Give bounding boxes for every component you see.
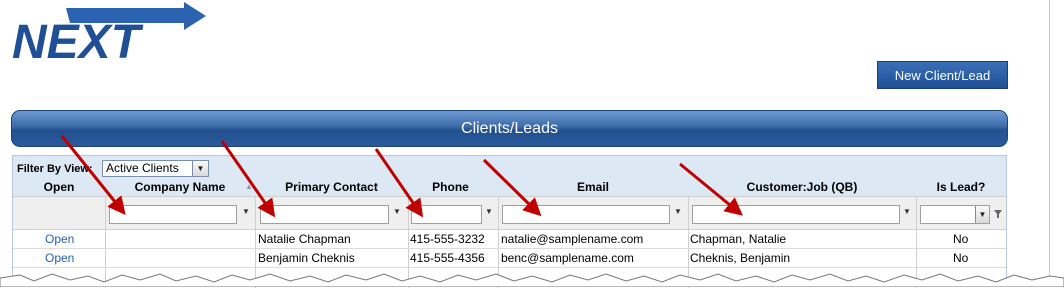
customer-job-cell: Chapman, Natalie [690,232,787,246]
view-select[interactable]: Active Clients ▼ [102,160,209,177]
phone-filter-input[interactable] [411,205,482,224]
chevron-down-icon[interactable]: ▼ [903,207,911,216]
phone-cell: 415-555-3232 [410,232,485,246]
chevron-down-icon[interactable]: ▼ [975,206,989,223]
col-header-company[interactable]: Company Name [105,180,255,194]
email-cell: natalie@samplename.com [501,232,644,246]
is-lead-cell: No [953,232,969,246]
view-select-value: Active Clients [106,161,179,175]
customer-job-cell: Cheknis, Benjamin [690,251,791,265]
chevron-down-icon[interactable]: ▼ [192,161,208,176]
col-header-phone[interactable]: Phone [408,180,493,194]
filter-by-view-label: Filter By View: [17,163,93,175]
col-header-contact[interactable]: Primary Contact [255,180,408,194]
phone-cell: 415-555-4356 [410,251,485,265]
is-lead-filter-select[interactable]: ▼ [920,205,990,224]
app-frame: NEXT New Client/Lead Clients/Leads Filte… [0,0,1050,288]
logo-text: NEXT [12,16,144,64]
email-filter-input[interactable] [502,205,670,224]
chevron-down-icon[interactable]: ▼ [674,207,682,216]
clients-grid: Filter By View: Active Clients ▼ Open Co… [12,155,1007,288]
company-filter-input[interactable] [109,205,237,224]
customer-job-filter-input[interactable] [692,205,900,224]
new-client-lead-button[interactable]: New Client/Lead [877,61,1008,89]
sort-icon[interactable]: ▲ [245,182,253,191]
open-link[interactable]: Open [45,232,74,246]
contact-filter-input[interactable] [260,205,389,224]
email-cell: benc@samplename.com [501,251,634,265]
open-link[interactable]: Open [45,251,74,265]
panel-title: Clients/Leads [11,110,1008,147]
col-header-customer-job[interactable]: Customer:Job (QB) [688,180,916,194]
chevron-down-icon[interactable]: ▼ [393,207,401,216]
funnel-icon[interactable] [993,209,1003,219]
filter-row: ▼ ▼ ▼ ▼ ▼ ▼ [13,196,1006,230]
col-header-is-lead[interactable]: Is Lead? [916,180,1006,194]
chevron-down-icon[interactable]: ▼ [242,207,250,216]
grid-header: Filter By View: Active Clients ▼ Open Co… [13,156,1006,196]
col-header-open: Open [43,180,75,194]
table-row: Open Benjamin Cheknis 415-555-4356 benc@… [13,249,1006,268]
contact-cell: Natalie Chapman [258,232,351,246]
contact-cell: Benjamin Cheknis [258,251,355,265]
next-logo: NEXT [6,2,206,69]
is-lead-cell: No [953,251,969,265]
col-header-email[interactable]: Email [498,180,688,194]
table-row: Open Natalie Chapman 415-555-3232 natali… [13,230,1006,249]
chevron-down-icon[interactable]: ▼ [485,207,493,216]
